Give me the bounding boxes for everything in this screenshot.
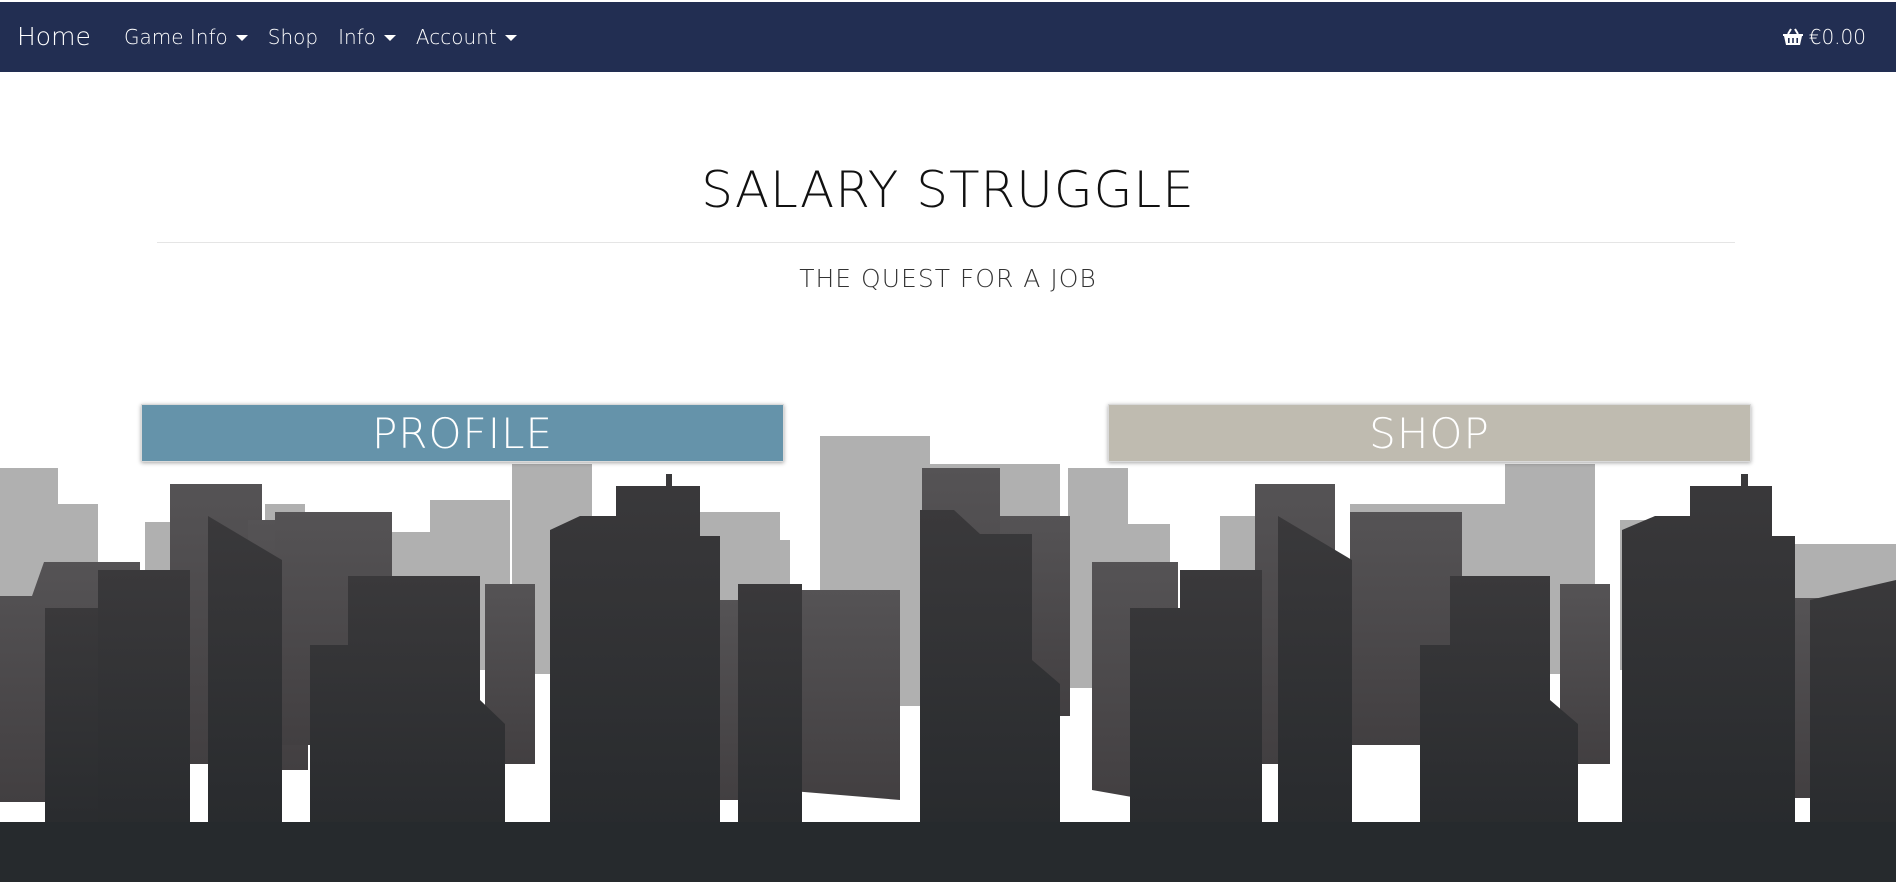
top-navbar: Home Game Info Shop Info Account €0.00	[0, 2, 1896, 72]
cart-link[interactable]: €0.00	[1782, 2, 1866, 72]
nav-shop-link[interactable]: Shop	[268, 25, 318, 49]
ground-strip	[0, 822, 1896, 884]
shop-button[interactable]: SHOP	[1108, 404, 1751, 462]
profile-button-label: PROFILE	[371, 408, 554, 458]
shop-button-label: SHOP	[1369, 408, 1490, 458]
caret-down-icon	[383, 35, 396, 41]
nav-info-label: Info	[338, 25, 376, 49]
city-skyline-illustration	[0, 436, 1896, 884]
caret-down-icon	[235, 35, 248, 41]
cart-total: €0.00	[1808, 25, 1866, 49]
nav-info-dropdown[interactable]: Info	[338, 25, 396, 49]
home-link[interactable]: Home	[17, 2, 91, 72]
profile-button[interactable]: PROFILE	[141, 404, 784, 462]
basket-icon	[1782, 28, 1803, 45]
nav-game-info-label: Game Info	[124, 25, 228, 49]
nav-account-label: Account	[415, 25, 497, 49]
caret-down-icon	[504, 35, 517, 41]
nav-shop-label: Shop	[267, 25, 319, 49]
page-subtitle: THE QUEST FOR A JOB	[799, 264, 1097, 293]
page-title: SALARY STRUGGLE	[701, 161, 1195, 219]
nav-menu: Game Info Shop Info Account	[124, 2, 537, 72]
page: Home Game Info Shop Info Account €0.00 S…	[0, 0, 1896, 884]
title-divider	[157, 242, 1735, 243]
nav-account-dropdown[interactable]: Account	[416, 25, 517, 49]
nav-game-info-dropdown[interactable]: Game Info	[124, 25, 248, 49]
